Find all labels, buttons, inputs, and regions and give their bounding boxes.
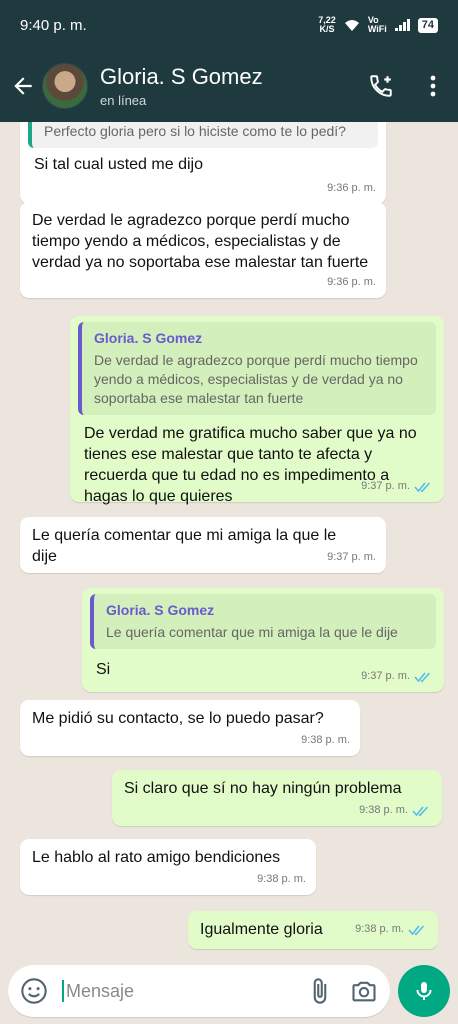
contact-info[interactable]: Gloria. S Gomez en línea — [100, 64, 344, 108]
contact-name: Gloria. S Gomez — [100, 64, 263, 89]
message-text: De verdad le agradezco porque perdí much… — [32, 212, 369, 271]
message-incoming[interactable]: Me pidió su contacto, se lo puedo pasar?… — [20, 700, 360, 756]
voice-message-button[interactable] — [398, 965, 450, 1017]
read-receipt-icon — [408, 924, 425, 935]
message-time: 9:36 p. m. — [327, 182, 376, 194]
status-icons: 7,22 K/S Vo WiFi 74 — [318, 16, 438, 34]
message-meta: 9:37 p. m. — [361, 476, 434, 497]
message-time: 9:38 p. m. — [301, 734, 350, 746]
quoted-text: Le quería comentar que mi amiga la que l… — [106, 624, 398, 640]
vowifi-label: Vo WiFi — [367, 15, 387, 34]
quoted-message[interactable]: Gloria. S Gomez De verdad le agradezco p… — [78, 322, 436, 415]
contact-status: en línea — [100, 93, 147, 108]
message-text: Si tal cual usted me dijo — [34, 156, 203, 173]
message-incoming[interactable]: De verdad le agradezco porque perdí much… — [20, 202, 386, 298]
message-meta: 9:36 p. m. — [327, 272, 376, 293]
message-meta: 9:38 p. m. — [301, 730, 350, 751]
message-outgoing[interactable]: Igualmente gloria 9:38 p. m. — [188, 911, 438, 949]
net-speed: 7,22 K/S — [318, 15, 336, 34]
message-incoming[interactable]: Perfecto gloria pero si lo hiciste como … — [20, 122, 386, 204]
message-text: Le quería comentar que mi amiga la que l… — [32, 527, 337, 565]
message-incoming[interactable]: Le hablo al rato amigo bendiciones 9:38 … — [20, 839, 316, 895]
message-meta: 9:38 p. m. — [355, 919, 428, 940]
message-time: 9:38 p. m. — [257, 873, 306, 885]
quoted-message[interactable]: Gloria. S Gomez Le quería comentar que m… — [90, 594, 436, 649]
quoted-sender: Gloria. S Gomez — [94, 330, 203, 346]
message-input-field[interactable]: Mensaje — [8, 965, 390, 1017]
more-options-button[interactable] — [418, 71, 448, 101]
status-time: 9:40 p. m. — [20, 16, 87, 34]
message-time: 9:38 p. m. — [355, 923, 404, 935]
message-time: 9:37 p. m. — [327, 551, 376, 563]
chat-header: Gloria. S Gomez en línea — [0, 50, 458, 122]
message-outgoing[interactable]: Si claro que sí no hay ningún problema 9… — [112, 770, 442, 826]
emoji-icon[interactable] — [20, 977, 48, 1005]
avatar[interactable] — [42, 63, 88, 109]
message-incoming[interactable]: Le quería comentar que mi amiga la que l… — [20, 517, 386, 573]
message-meta: 9:37 p. m. — [327, 547, 376, 568]
quoted-message[interactable]: Perfecto gloria pero si lo hiciste como … — [28, 122, 378, 148]
message-meta: 9:38 p. m. — [257, 869, 306, 890]
more-vert-icon — [430, 75, 436, 97]
mic-icon — [416, 982, 432, 1000]
message-text: Le hablo al rato amigo bendiciones — [32, 849, 281, 866]
read-receipt-icon — [414, 671, 431, 682]
message-outgoing[interactable]: Gloria. S Gomez Le quería comentar que m… — [82, 588, 444, 692]
back-arrow-icon[interactable] — [10, 73, 36, 99]
message-time: 9:36 p. m. — [327, 276, 376, 288]
camera-icon[interactable] — [350, 977, 378, 1005]
battery-icon: 74 — [417, 17, 438, 33]
message-outgoing[interactable]: Gloria. S Gomez De verdad le agradezco p… — [70, 316, 444, 505]
quoted-text: De verdad le agradezco porque perdí much… — [94, 352, 418, 406]
read-receipt-icon — [414, 481, 431, 492]
composer: Mensaje — [0, 958, 458, 1024]
message-meta: 9:38 p. m. — [359, 800, 432, 821]
chat-area[interactable]: Perfecto gloria pero si lo hiciste como … — [0, 122, 458, 958]
message-meta: 9:37 p. m. — [361, 666, 434, 687]
signal-icon — [394, 19, 410, 31]
quoted-sender: Gloria. S Gomez — [106, 602, 215, 618]
read-receipt-icon — [412, 805, 429, 816]
add-call-button[interactable] — [366, 71, 396, 101]
status-bar: 9:40 p. m. 7,22 K/S Vo WiFi 74 — [0, 0, 458, 50]
add-call-icon — [370, 75, 392, 97]
message-time: 9:37 p. m. — [361, 480, 410, 492]
attach-icon[interactable] — [306, 977, 334, 1005]
quoted-text: Perfecto gloria pero si lo hiciste como … — [44, 123, 346, 139]
message-text: Si claro que sí no hay ningún problema — [124, 780, 402, 797]
message-text: Me pidió su contacto, se lo puedo pasar? — [32, 710, 324, 727]
message-meta: 9:36 p. m. — [327, 178, 376, 199]
wifi-icon — [344, 20, 359, 31]
message-time: 9:38 p. m. — [359, 804, 408, 816]
message-input[interactable]: Mensaje — [62, 980, 290, 1002]
message-time: 9:37 p. m. — [361, 670, 410, 682]
